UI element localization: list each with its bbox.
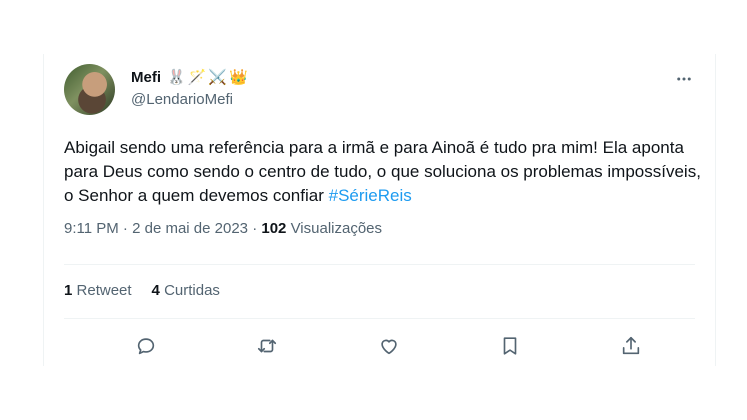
hashtag-link[interactable]: #SérieReis [329, 186, 412, 205]
heart-icon [380, 339, 397, 355]
retweet-button[interactable] [255, 334, 279, 358]
likes-count: 4 [151, 282, 160, 299]
views-label: Visualizações [290, 220, 383, 237]
tweet-meta: 9:11 PM · 2 de mai de 2023 · 102 Visuali… [64, 220, 382, 237]
author-emojis: 🐰🪄⚔️👑 [167, 69, 250, 86]
share-button[interactable] [619, 334, 643, 358]
retweets-stat[interactable]: 1 Retweet [64, 282, 132, 299]
meta-separator: · [122, 220, 128, 237]
tweet-date[interactable]: 2 de mai de 2023 [132, 220, 248, 237]
views-count: 102 [261, 220, 287, 237]
author-name[interactable]: Mefi [131, 69, 161, 86]
reply-icon [137, 338, 155, 355]
divider [64, 318, 695, 319]
divider [64, 264, 695, 265]
like-button[interactable] [377, 334, 401, 358]
more-options-button[interactable] [673, 68, 695, 90]
share-icon [622, 336, 640, 355]
likes-label: Curtidas [164, 282, 220, 299]
bookmark-button[interactable] [498, 334, 522, 358]
tweet-time[interactable]: 9:11 PM [64, 220, 119, 237]
meta-separator: · [252, 220, 258, 237]
likes-stat[interactable]: 4 Curtidas [152, 282, 220, 299]
retweets-count: 1 [64, 282, 73, 299]
tweet-text: Abigail sendo uma referência para a irmã… [64, 136, 704, 208]
tweet-actions [64, 334, 695, 358]
retweet-icon [258, 339, 277, 353]
retweets-label: Retweet [76, 282, 132, 299]
tweet-stats: 1 Retweet 4 Curtidas [64, 282, 220, 299]
author-handle[interactable]: @LendarioMefi [131, 91, 233, 108]
tweet-card: Mefi 🐰🪄⚔️👑 @LendarioMefi Abigail sendo u… [43, 54, 716, 366]
reply-button[interactable] [134, 334, 158, 358]
author-name-row: Mefi 🐰🪄⚔️👑 [131, 68, 250, 87]
avatar[interactable] [64, 64, 115, 115]
more-horizontal-icon [677, 77, 691, 81]
bookmark-icon [503, 337, 517, 355]
